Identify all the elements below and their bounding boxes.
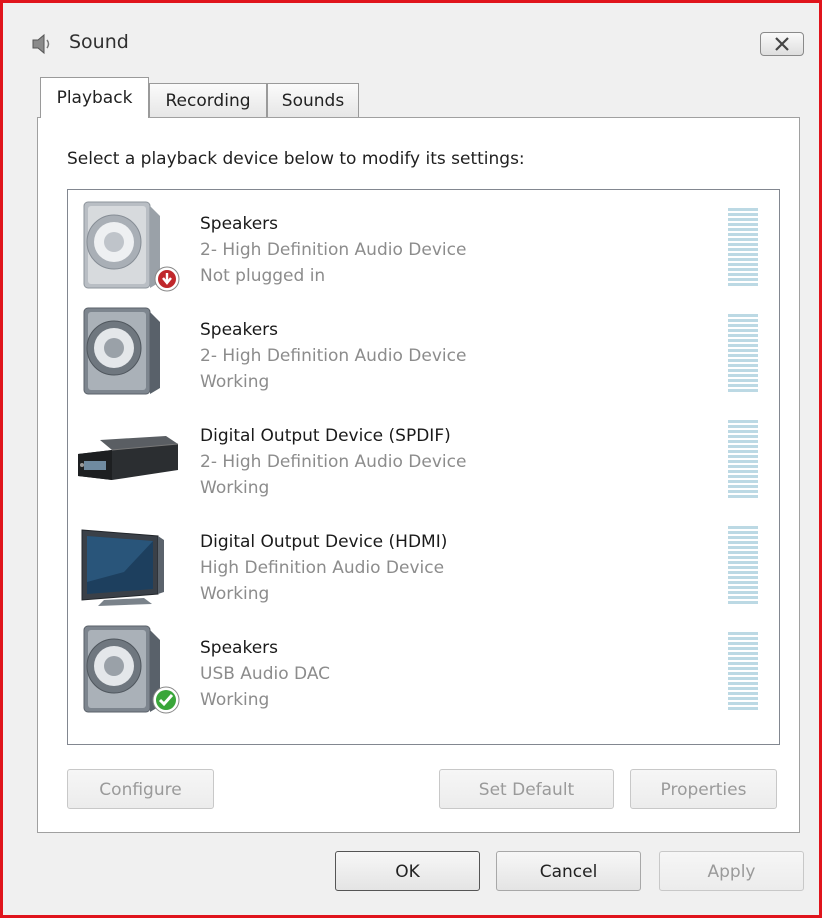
- device-description: 2- High Definition Audio Device: [200, 452, 467, 472]
- list-item-device[interactable]: Speakers USB Audio DAC Working: [68, 614, 779, 720]
- device-name: Speakers: [200, 214, 279, 234]
- device-status: Working: [200, 478, 270, 498]
- sound-dialog: Sound Playback Recording Sounds Select a…: [0, 0, 822, 918]
- properties-button[interactable]: Properties: [630, 769, 777, 809]
- unplugged-badge-icon: [154, 266, 180, 292]
- configure-button[interactable]: Configure: [67, 769, 214, 809]
- apply-button[interactable]: Apply: [659, 851, 804, 891]
- list-item-device[interactable]: Speakers 2- High Definition Audio Device…: [68, 190, 779, 296]
- close-icon: [775, 37, 789, 51]
- device-description: High Definition Audio Device: [200, 558, 445, 578]
- ok-button[interactable]: OK: [335, 851, 480, 891]
- instruction-text: Select a playback device below to modify…: [67, 149, 525, 169]
- device-name: Speakers: [200, 638, 279, 658]
- monitor-icon: [81, 529, 164, 606]
- device-status: Working: [200, 372, 270, 392]
- volume-level-meter: [728, 314, 758, 394]
- list-item-device[interactable]: Digital Output Device (HDMI) High Defini…: [68, 508, 779, 614]
- volume-level-meter: [728, 632, 758, 712]
- tab-sounds[interactable]: Sounds: [267, 83, 359, 117]
- device-status: Working: [200, 584, 270, 604]
- cancel-button[interactable]: Cancel: [496, 851, 641, 891]
- volume-level-meter: [728, 526, 758, 606]
- tab-playback[interactable]: Playback: [40, 77, 149, 118]
- device-status: Working: [200, 690, 270, 710]
- volume-level-meter: [728, 420, 758, 500]
- device-status: Not plugged in: [200, 266, 326, 286]
- list-item-device[interactable]: Speakers 2- High Definition Audio Device…: [68, 296, 779, 402]
- device-description: 2- High Definition Audio Device: [200, 240, 467, 260]
- set-default-button[interactable]: Set Default: [439, 769, 614, 809]
- device-description: 2- High Definition Audio Device: [200, 346, 467, 366]
- device-name: Digital Output Device (HDMI): [200, 532, 448, 552]
- device-description: USB Audio DAC: [200, 664, 331, 684]
- tab-recording[interactable]: Recording: [149, 83, 267, 117]
- device-name: Digital Output Device (SPDIF): [200, 426, 451, 446]
- device-name: Speakers: [200, 320, 279, 340]
- window-title: Sound: [69, 31, 129, 53]
- speaker-icon: [83, 307, 160, 395]
- list-item-device[interactable]: Digital Output Device (SPDIF) 2- High De…: [68, 402, 779, 508]
- playback-device-list[interactable]: Speakers 2- High Definition Audio Device…: [67, 189, 780, 745]
- close-button[interactable]: [760, 32, 804, 56]
- title-bar[interactable]: Sound: [3, 3, 819, 75]
- speaker-volume-icon: [32, 33, 50, 55]
- receiver-icon: [78, 436, 179, 480]
- default-check-badge-icon: [152, 686, 180, 714]
- volume-level-meter: [728, 208, 758, 288]
